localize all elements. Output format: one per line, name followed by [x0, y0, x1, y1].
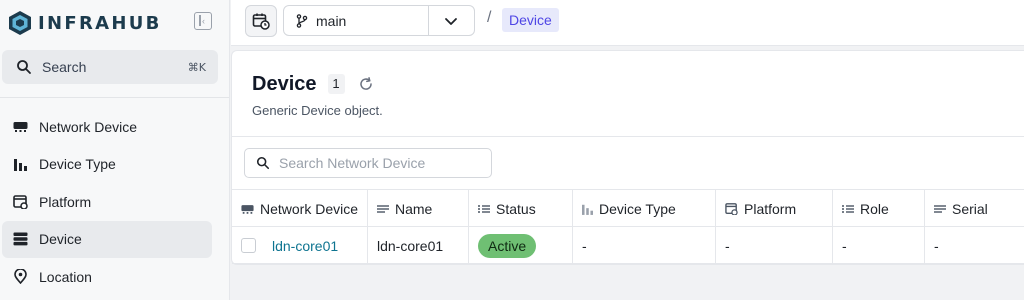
- network-device-link[interactable]: ldn-core01: [272, 238, 338, 254]
- branch-name: main: [316, 12, 347, 29]
- bar-chart-icon: [12, 156, 28, 172]
- cell-status: Active: [469, 227, 573, 264]
- page-header: Device 1 Generic Device object.: [252, 71, 383, 119]
- main-content: Device 1 Generic Device object. Network …: [231, 46, 1024, 300]
- column-header-label: Network Device: [260, 200, 359, 217]
- row-checkbox[interactable]: [241, 238, 256, 253]
- list-icon: [842, 204, 854, 214]
- sidebar-search-label: Search: [42, 59, 87, 75]
- cell-network-device: ldn-core01: [232, 227, 368, 264]
- device-table: Network Device Name Status Device Type P…: [232, 189, 1024, 264]
- column-header-network-device[interactable]: Network Device: [232, 190, 368, 227]
- column-header-platform[interactable]: Platform: [716, 190, 833, 227]
- column-header-label: Status: [496, 200, 536, 217]
- column-header-status[interactable]: Status: [469, 190, 573, 227]
- chevron-down-icon[interactable]: [444, 14, 458, 28]
- network-device-icon: [12, 119, 28, 135]
- column-header-role[interactable]: Role: [833, 190, 925, 227]
- column-header-label: Device Type: [599, 200, 676, 217]
- cell-platform: -: [716, 227, 833, 264]
- column-header-label: Platform: [744, 200, 797, 217]
- column-header-serial[interactable]: Serial: [925, 190, 1024, 227]
- text-lines-icon: [377, 204, 389, 214]
- sidebar-item-label: Location: [39, 268, 92, 285]
- sidebar: INFRAHUB ‹ Search ⌘K Network Device Devi…: [0, 0, 230, 300]
- schedule-button[interactable]: [245, 5, 277, 37]
- table-search[interactable]: [244, 148, 492, 178]
- sidebar-item-label: Device: [39, 231, 82, 248]
- git-branch-icon: [296, 13, 308, 28]
- top-bar: main / Device: [231, 0, 1024, 46]
- object-list-card: Device 1 Generic Device object. Network …: [231, 50, 1024, 265]
- page-title: Device: [252, 72, 317, 95]
- search-icon: [256, 156, 270, 170]
- network-device-icon: [241, 204, 254, 214]
- cell-device-type: -: [573, 227, 716, 264]
- calendar-clock-icon: [252, 13, 270, 30]
- column-header-name[interactable]: Name: [368, 190, 469, 227]
- column-header-label: Serial: [952, 200, 988, 217]
- branch-divider: [428, 6, 429, 35]
- column-header-label: Name: [395, 200, 433, 217]
- sidebar-item-network-device[interactable]: Network Device: [2, 108, 212, 146]
- platform-icon: [725, 202, 738, 215]
- table-row[interactable]: ldn-core01 ldn-core01 Active - - - -: [232, 227, 1024, 264]
- sidebar-divider: [0, 97, 229, 98]
- logo[interactable]: INFRAHUB: [8, 8, 218, 38]
- sidebar-item-device[interactable]: Device: [2, 220, 212, 258]
- sidebar-item-platform[interactable]: Platform: [2, 183, 212, 221]
- count-badge: 1: [327, 74, 345, 94]
- column-header-label: Role: [860, 200, 889, 217]
- column-header-device-type[interactable]: Device Type: [573, 190, 716, 227]
- list-icon: [478, 204, 490, 214]
- breadcrumb-separator: /: [487, 9, 492, 26]
- sidebar-search-button[interactable]: Search ⌘K: [2, 50, 218, 84]
- cell-serial: -: [934, 237, 939, 254]
- sidebar-item-device-type[interactable]: Device Type: [2, 146, 212, 184]
- status-badge: Active: [478, 233, 537, 258]
- server-icon: [12, 231, 28, 247]
- platform-icon: [12, 194, 28, 210]
- bar-chart-icon: [582, 203, 593, 215]
- breadcrumb-device[interactable]: Device: [502, 8, 559, 32]
- search-icon: [17, 60, 31, 74]
- collapse-sidebar-icon[interactable]: ‹: [194, 12, 212, 30]
- sidebar-item-label: Network Device: [39, 118, 138, 135]
- cell-role: -: [833, 227, 925, 264]
- sidebar-item-location[interactable]: Location: [2, 258, 212, 296]
- location-pin-icon: [12, 269, 28, 285]
- sidebar-item-label: Device Type: [39, 156, 116, 173]
- page-subtitle: Generic Device object.: [252, 103, 383, 118]
- logo-text: INFRAHUB: [38, 12, 162, 34]
- text-lines-icon: [934, 204, 946, 214]
- refresh-icon[interactable]: [358, 76, 374, 92]
- cell-name: ldn-core01: [368, 227, 469, 264]
- card-divider: [232, 136, 1024, 137]
- search-input[interactable]: [279, 155, 479, 171]
- branch-selector[interactable]: main: [283, 5, 475, 36]
- search-shortcut: ⌘K: [187, 60, 206, 74]
- sidebar-item-label: Platform: [39, 193, 92, 210]
- table-header-row: Network Device Name Status Device Type P…: [232, 190, 1024, 227]
- infrahub-logo-icon: [9, 11, 31, 35]
- sidebar-nav: Network Device Device Type Platform Devi…: [2, 108, 212, 296]
